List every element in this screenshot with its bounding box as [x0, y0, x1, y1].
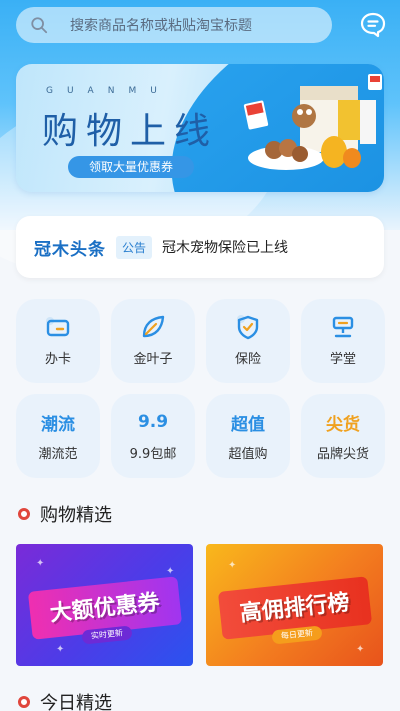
trend-icon: 潮流	[41, 414, 75, 435]
search-bar[interactable]: 搜索商品名称或粘贴淘宝标题	[16, 7, 332, 43]
banner-latin-text: GUANMU	[46, 86, 171, 96]
sparkle-icon: ✦	[56, 644, 65, 655]
grid-item-label: 金叶子	[133, 352, 173, 367]
grid-item-label: 学堂	[329, 352, 356, 367]
promo-banner[interactable]: GUANMU 购物上线 领取大量优惠券	[16, 64, 384, 192]
announcement-bar[interactable]: 冠木头条 公告 冠木宠物保险已上线	[16, 216, 384, 278]
banner-title: 购物上线	[42, 111, 219, 152]
search-input[interactable]: 搜索商品名称或粘贴淘宝标题	[70, 15, 252, 35]
grid-item-label: 品牌尖货	[316, 447, 369, 462]
grid-item-gold-leaf[interactable]: 金叶子	[111, 299, 195, 383]
brand-goods-icon: 尖货	[326, 414, 360, 435]
grid-item-label: 超值购	[228, 447, 268, 462]
section-title-today: 今日精选	[18, 689, 112, 711]
grid-item-label: 9.9包邮	[129, 447, 177, 462]
grid-item-label: 保险	[234, 352, 261, 367]
grid-item-card[interactable]: 办卡	[16, 299, 100, 383]
card-icon	[46, 317, 70, 337]
shield-icon	[237, 315, 259, 340]
section-dot-icon	[18, 508, 30, 520]
sparkle-icon: ✦	[228, 560, 237, 571]
grid-item-school[interactable]: 学堂	[301, 299, 385, 383]
section-title-text: 今日精选	[40, 693, 112, 711]
commission-ranking-card[interactable]: ✦ ✦ 高佣排行榜 每日更新	[206, 544, 383, 666]
grid-item-label: 潮流范	[38, 447, 78, 462]
grid-item-value-buy[interactable]: 超值 超值购	[206, 394, 290, 478]
nine-nine-icon: 9.9	[137, 412, 169, 432]
sparkle-icon: ✦	[166, 566, 175, 577]
big-coupon-card[interactable]: ✦ ✦ ✦ 大额优惠券 实时更新	[16, 544, 193, 666]
school-icon	[332, 316, 354, 338]
value-icon: 超值	[231, 414, 265, 435]
announcement-brand: 冠木头条	[34, 239, 106, 260]
grid-item-free-shipping[interactable]: 9.9 9.9包邮	[111, 394, 195, 478]
search-icon	[31, 17, 48, 34]
section-dot-icon	[18, 696, 30, 708]
section-title-text: 购物精选	[40, 505, 112, 526]
grid-item-insurance[interactable]: 保险	[206, 299, 290, 383]
section-title-shopping: 购物精选	[18, 501, 112, 527]
sparkle-icon: ✦	[36, 558, 45, 569]
announcement-tag: 公告	[116, 235, 153, 259]
grid-item-brand-goods[interactable]: 尖货 品牌尖货	[301, 394, 385, 478]
grid-item-trend[interactable]: 潮流 潮流范	[16, 394, 100, 478]
grid-item-label: 办卡	[44, 352, 71, 367]
leaf-icon	[142, 315, 165, 338]
message-icon[interactable]	[360, 12, 386, 38]
coupon-button[interactable]: 领取大量优惠券	[68, 156, 194, 178]
announcement-text[interactable]: 冠木宠物保险已上线	[162, 237, 288, 257]
sparkle-icon: ✦	[356, 644, 365, 655]
banner-products-image	[243, 74, 382, 170]
